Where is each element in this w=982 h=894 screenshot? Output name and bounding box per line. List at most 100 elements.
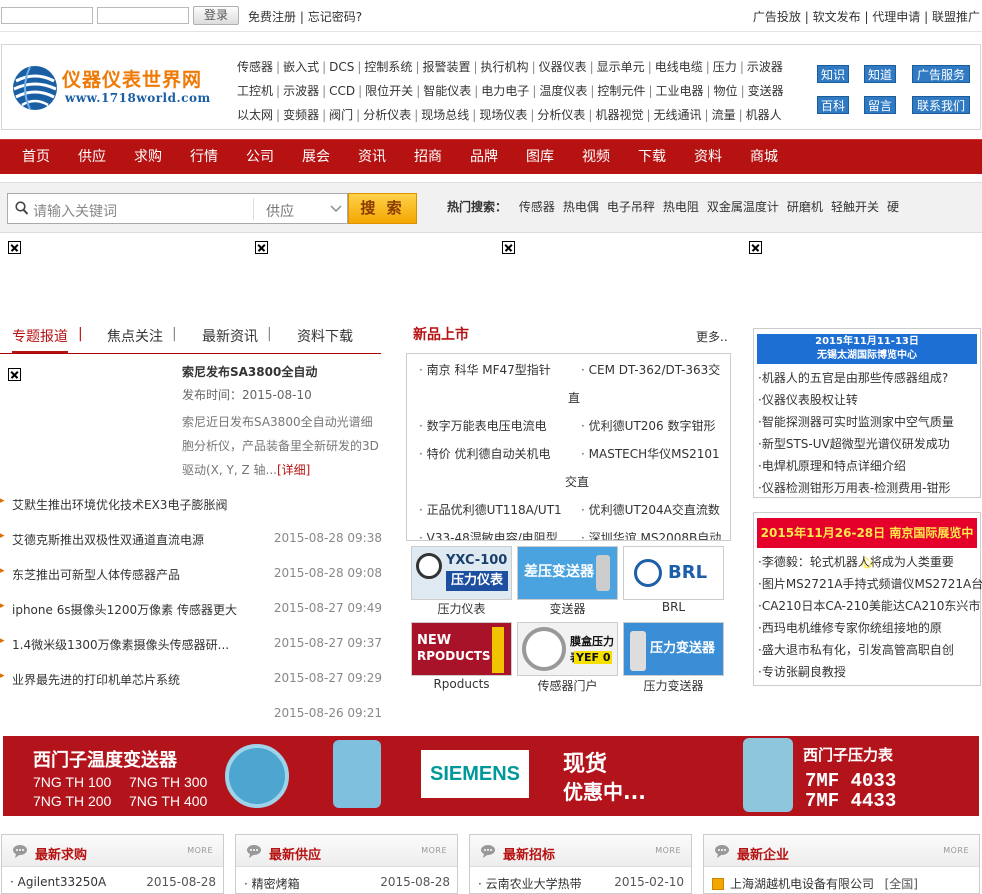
- register-link[interactable]: 免费注册: [248, 10, 296, 24]
- product-item[interactable]: · 数字万能表电压电流电: [419, 417, 547, 434]
- category-link[interactable]: 仪器仪表: [538, 55, 588, 79]
- search-input[interactable]: 请输入关键词: [33, 201, 117, 221]
- category-link[interactable]: 工控机: [236, 79, 274, 103]
- category-link[interactable]: 流量: [711, 103, 737, 127]
- username-input[interactable]: [1, 7, 93, 24]
- category-link[interactable]: 工业电器: [654, 79, 704, 103]
- category-link[interactable]: 以太网: [236, 103, 274, 127]
- brand-logo-sensor-portal[interactable]: 膜盒压力表 YEF 0: [517, 622, 618, 676]
- product-item[interactable]: · 南京 科华 MF47型指针: [419, 361, 551, 378]
- expo-news-item[interactable]: ·智能探测器可实时监测家中空气质量: [758, 411, 954, 433]
- nav-item[interactable]: 图库: [526, 140, 554, 174]
- zhidao-button[interactable]: 知道: [864, 65, 896, 83]
- expo-news-item[interactable]: ·图片MS2721A手持式频谱仪MS2721A台: [758, 573, 982, 595]
- brand-label[interactable]: 压力仪表: [411, 600, 512, 617]
- nav-item[interactable]: 展会: [302, 140, 330, 174]
- brand-logo-rpoducts[interactable]: NEW RPODUCTS: [411, 622, 512, 676]
- category-link[interactable]: 无线通讯: [653, 103, 703, 127]
- category-link[interactable]: 变送器: [747, 79, 785, 103]
- category-link[interactable]: 示波器: [282, 79, 320, 103]
- bottom-box-item[interactable]: · 精密烤箱 2015-08-28: [244, 875, 450, 892]
- more-link[interactable]: MORE: [421, 846, 447, 855]
- product-item[interactable]: · 深圳华谊 MS2008B自动: [581, 529, 721, 540]
- news-title[interactable]: 1.4微米级1300万像素摄像头传感器研...: [12, 636, 229, 653]
- baike-button[interactable]: 百科: [817, 96, 849, 114]
- tab-downloads[interactable]: 资料下载: [297, 326, 353, 346]
- hot-search-link[interactable]: 热电偶: [563, 200, 599, 214]
- brand-label[interactable]: Rpoducts: [411, 677, 512, 691]
- brand-logo-pressure-transmitter[interactable]: 压力变送器: [623, 622, 724, 676]
- brand-label[interactable]: 压力变送器: [623, 677, 724, 694]
- nav-item[interactable]: 品牌: [470, 140, 498, 174]
- knowledge-button[interactable]: 知识: [817, 65, 849, 83]
- category-link[interactable]: 电力电子: [480, 79, 530, 103]
- more-link[interactable]: MORE: [187, 846, 213, 855]
- brand-label[interactable]: 变送器: [517, 600, 618, 617]
- product-item[interactable]: · MASTECH华仪MS2101: [581, 445, 720, 462]
- forgot-password-link[interactable]: 忘记密码?: [308, 10, 362, 24]
- category-link[interactable]: 控制元件: [596, 79, 646, 103]
- category-link[interactable]: 压力: [712, 55, 738, 79]
- login-button[interactable]: 登录: [193, 6, 239, 25]
- nav-item[interactable]: 商城: [750, 140, 778, 174]
- expo-news-item[interactable]: ·仪器检测钳形万用表-检测费用-钳形: [758, 477, 954, 499]
- category-link[interactable]: 机器视觉: [594, 103, 644, 127]
- category-link[interactable]: 物位: [713, 79, 739, 103]
- news-title[interactable]: 东芝推出可新型人体传感器产品: [12, 566, 180, 583]
- product-item[interactable]: · CEM DT-362/DT-363交: [581, 361, 720, 378]
- category-link[interactable]: 控制系统: [363, 55, 413, 79]
- brand-logo-transmitter[interactable]: 差压变送器: [517, 546, 618, 600]
- expo-news-item[interactable]: ·新型STS-UV超微型光谱仪研发成功: [758, 433, 954, 455]
- brand-logo-pressure-gauge[interactable]: YXC-100 压力仪表: [411, 546, 512, 600]
- expo-news-item[interactable]: ·仪器仪表股权让转: [758, 389, 954, 411]
- agent-apply-link[interactable]: 代理申请: [872, 10, 920, 24]
- bottom-box-item[interactable]: · Agilent33250A 2015-08-28: [10, 875, 216, 889]
- bottom-box-item[interactable]: 上海湖越机电设备有限公司 [全国]: [712, 875, 918, 892]
- expo-banner[interactable]: 2015年11月26-28日 南京国际展览中心: [757, 518, 977, 570]
- nav-item[interactable]: 视频: [582, 140, 610, 174]
- more-link[interactable]: MORE: [655, 846, 681, 855]
- hot-search-link[interactable]: 热电阻: [663, 200, 699, 214]
- expo-news-item[interactable]: ·机器人的五官是由那些传感器组成?: [758, 367, 954, 389]
- tab-focus[interactable]: 焦点关注: [107, 326, 163, 346]
- product-item[interactable]: · V33-48湿敏电容/电阻型: [419, 529, 558, 540]
- product-item[interactable]: · 优利德UT206 数字钳形: [581, 417, 716, 434]
- category-link[interactable]: 电线电缆: [654, 55, 704, 79]
- nav-item[interactable]: 供应: [78, 140, 106, 174]
- category-link[interactable]: 示波器: [746, 55, 784, 79]
- category-link[interactable]: 报警装置: [421, 55, 471, 79]
- more-link[interactable]: MORE: [943, 846, 969, 855]
- nav-item[interactable]: 资讯: [358, 140, 386, 174]
- tab-special-report[interactable]: 专题报道: [12, 326, 68, 353]
- tab-latest-news[interactable]: 最新资讯: [202, 326, 258, 346]
- more-link[interactable]: 更多..: [696, 328, 728, 345]
- category-link[interactable]: CCD: [328, 79, 356, 103]
- expo-news-item[interactable]: ·专访张嗣良教授: [758, 661, 982, 683]
- category-link[interactable]: 分析仪表: [362, 103, 412, 127]
- feature-title[interactable]: 索尼发布SA3800全自动: [182, 363, 317, 380]
- category-link[interactable]: 嵌入式: [282, 55, 320, 79]
- hot-search-link[interactable]: 电子吊秤: [607, 200, 655, 214]
- nav-item[interactable]: 公司: [246, 140, 274, 174]
- category-link[interactable]: DCS: [328, 55, 355, 79]
- category-link[interactable]: 温度仪表: [538, 79, 588, 103]
- brand-label[interactable]: 传感器门户: [517, 677, 618, 694]
- hot-search-link[interactable]: 研磨机: [787, 200, 823, 214]
- hot-search-link[interactable]: 传感器: [519, 200, 555, 214]
- category-link[interactable]: 限位开关: [364, 79, 414, 103]
- brand-logo-brl[interactable]: BRL: [623, 546, 724, 600]
- category-link[interactable]: 机器人: [745, 103, 783, 127]
- news-title[interactable]: 艾默生推出环境优化技术EX3电子膨胀阀: [12, 496, 227, 513]
- category-link[interactable]: 变频器: [282, 103, 320, 127]
- expo-news-item[interactable]: ·西玛电机维修专家你统组接地的原: [758, 617, 982, 639]
- expo-news-item[interactable]: ·电焊机原理和特点详细介绍: [758, 455, 954, 477]
- category-link[interactable]: 分析仪表: [536, 103, 586, 127]
- hot-search-link[interactable]: 硬: [887, 200, 899, 214]
- nav-item[interactable]: 首页: [22, 140, 50, 174]
- news-title[interactable]: 业界最先进的打印机单芯片系统: [12, 671, 180, 688]
- expo-news-item[interactable]: ·CA210日本CA-210美能达CA210东兴市: [758, 595, 982, 617]
- chevron-down-icon[interactable]: [330, 202, 342, 214]
- product-item[interactable]: · 优利德UT204A交直流数: [581, 501, 720, 518]
- nav-item[interactable]: 资料: [694, 140, 722, 174]
- bottom-box-item[interactable]: · 云南农业大学热带 2015-02-10: [478, 875, 684, 892]
